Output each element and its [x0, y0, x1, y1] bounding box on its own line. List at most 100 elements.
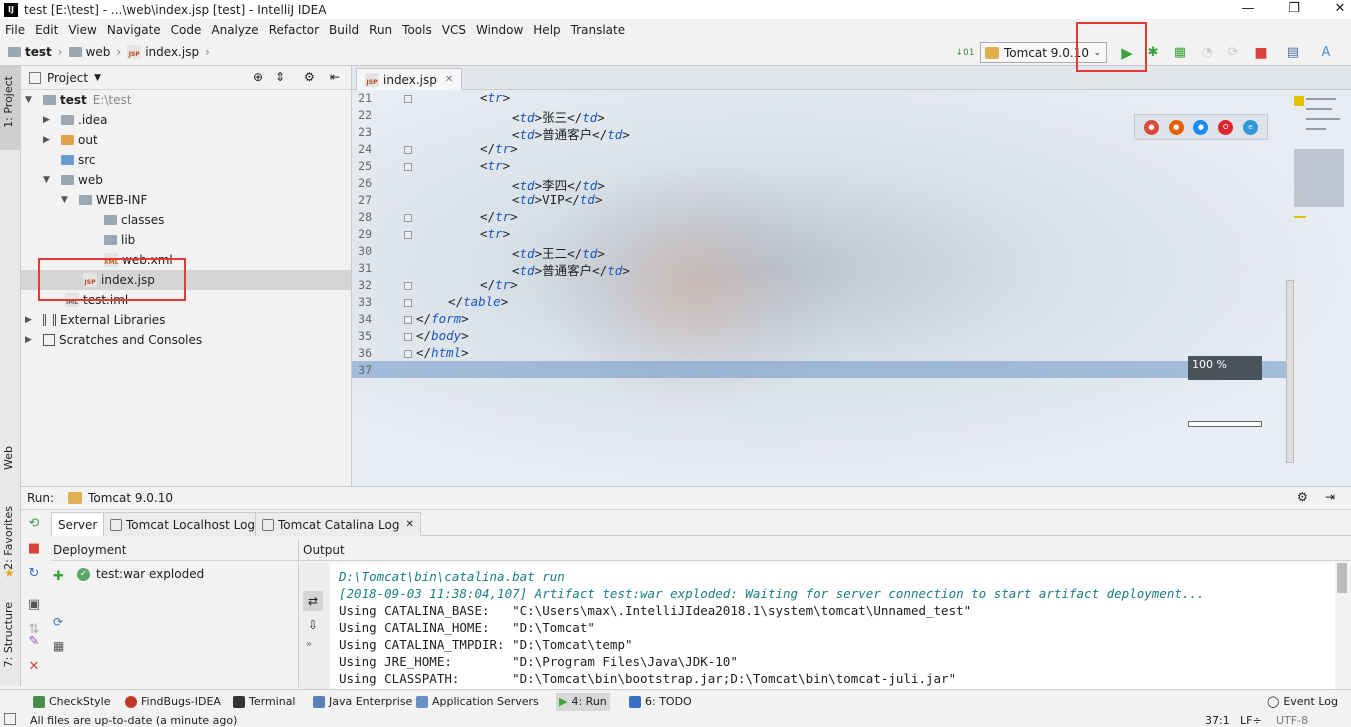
refresh-icon[interactable]: ⟳ — [53, 615, 63, 629]
minimap-viewport[interactable] — [1294, 149, 1344, 207]
soft-wrap-icon[interactable]: ⇄ — [303, 591, 323, 611]
gear-icon[interactable]: ⚙ — [1297, 490, 1308, 504]
menu-file[interactable]: File — [0, 23, 30, 37]
tab-terminal[interactable]: Terminal — [230, 693, 299, 711]
tree-item-lib[interactable]: lib — [104, 230, 135, 250]
close-icon[interactable]: ✕ — [24, 657, 44, 677]
menu-window[interactable]: Window — [471, 23, 528, 37]
tab-event-log[interactable]: ◯ Event Log — [1264, 693, 1341, 711]
tab-checkstyle[interactable]: CheckStyle — [30, 693, 113, 711]
file-encoding[interactable]: UTF-8 — [1276, 714, 1308, 727]
scroll-end-icon[interactable]: ⇩ — [303, 615, 323, 635]
tree-item-test[interactable]: ▼ test E:\test — [25, 90, 131, 110]
web-tool-tab[interactable]: Web — [2, 446, 15, 470]
tab-server[interactable]: Server — [51, 512, 105, 536]
breadcrumb-project[interactable]: test — [25, 45, 52, 59]
fold-marker-icon[interactable] — [404, 282, 412, 290]
layout-icon[interactable]: ▣ — [24, 595, 44, 615]
tab-application-servers[interactable]: Application Servers — [413, 693, 542, 711]
tab-java-enterprise[interactable]: Java Enterprise — [310, 693, 415, 711]
tree-item-classes[interactable]: classes — [104, 210, 164, 230]
fold-marker-icon[interactable] — [404, 333, 412, 341]
caret-position[interactable]: 37:1 — [1205, 714, 1230, 727]
close-tab-icon[interactable]: ✕ — [445, 74, 453, 85]
run-config-tab[interactable]: Tomcat 9.0.10 — [88, 491, 173, 505]
close-button[interactable]: ✕ — [1317, 0, 1351, 19]
tree-item-external-libraries[interactable]: ▶ External Libraries — [25, 310, 165, 330]
hide-panel-icon[interactable]: ⇥ — [1325, 490, 1335, 504]
fold-marker-icon[interactable] — [404, 163, 412, 171]
tree-item-idea[interactable]: ▶ .idea — [43, 110, 108, 130]
tab-todo[interactable]: 6: TODO — [626, 693, 695, 711]
editor-tab-index-jsp[interactable]: JSP index.jsp ✕ — [356, 68, 463, 90]
favorites-tool-tab[interactable]: 2: Favorites — [2, 506, 15, 570]
update-app-icon[interactable]: ↻ — [24, 564, 44, 584]
minimize-button[interactable]: — — [1225, 0, 1271, 19]
menu-navigate[interactable]: Navigate — [102, 23, 166, 37]
fold-marker-icon[interactable] — [404, 299, 412, 307]
fold-marker-icon[interactable] — [404, 95, 412, 103]
tab-tomcat-localhost-log[interactable]: Tomcat Localhost Log✕ — [103, 512, 277, 536]
chevron-down-icon[interactable]: ▼ — [94, 73, 101, 83]
locate-file-icon[interactable]: ⊕ — [253, 70, 263, 84]
tree-item-scratches[interactable]: ▶ Scratches and Consoles — [25, 330, 202, 350]
safari-icon[interactable]: ● — [1193, 119, 1209, 135]
build-project-icon[interactable]: ↓01 — [955, 43, 975, 63]
warning-marker[interactable] — [1294, 216, 1306, 218]
breadcrumb-file[interactable]: index.jsp — [145, 45, 199, 59]
tool-windows-icon[interactable] — [4, 713, 16, 725]
menu-edit[interactable]: Edit — [30, 23, 63, 37]
close-tab-icon[interactable]: ✕ — [405, 514, 413, 536]
menu-code[interactable]: Code — [166, 23, 207, 37]
stop-icon[interactable]: ■ — [1251, 43, 1271, 63]
tab-findbugs[interactable]: FindBugs-IDEA — [122, 693, 224, 711]
tree-item-out[interactable]: ▶ out — [43, 130, 98, 150]
tab-tomcat-catalina-log[interactable]: Tomcat Catalina Log ✕ — [255, 512, 421, 536]
fold-marker-icon[interactable] — [404, 316, 412, 324]
project-tool-tab[interactable]: 1: Project — [2, 76, 15, 128]
chrome-icon[interactable]: ● — [1143, 119, 1159, 135]
line-separator[interactable]: LF÷ — [1240, 714, 1262, 727]
structure-tool-tab[interactable]: 7: Structure — [2, 602, 15, 667]
translate-icon[interactable]: A — [1316, 43, 1336, 63]
rerun-icon[interactable]: ⟲ — [24, 514, 44, 534]
menu-translate[interactable]: Translate — [566, 23, 631, 37]
opera-icon[interactable]: O — [1218, 119, 1234, 135]
fold-marker-icon[interactable] — [404, 231, 412, 239]
menu-analyze[interactable]: Analyze — [206, 23, 263, 37]
fold-marker-icon[interactable] — [404, 214, 412, 222]
firefox-icon[interactable]: ● — [1168, 119, 1184, 135]
pin-icon[interactable]: ✎ — [24, 632, 44, 652]
stop-icon[interactable]: ■ — [24, 539, 44, 559]
warning-marker[interactable] — [1294, 96, 1304, 106]
tree-item-src[interactable]: src — [61, 150, 96, 170]
more-icon[interactable]: » — [306, 639, 312, 650]
code-minimap[interactable] — [1294, 94, 1344, 218]
console-scrollbar[interactable] — [1337, 563, 1347, 593]
gear-icon[interactable]: ⚙ — [304, 70, 315, 84]
deployment-item[interactable]: ✓ test:war exploded — [77, 567, 204, 581]
menu-view[interactable]: View — [63, 23, 101, 37]
menu-tools[interactable]: Tools — [397, 23, 437, 37]
project-structure-icon[interactable]: ▤ — [1283, 43, 1303, 63]
deploy-icon[interactable]: ✚ — [53, 569, 64, 584]
hide-panel-icon[interactable]: ⇤ — [330, 70, 340, 84]
ie-icon[interactable]: e — [1243, 119, 1259, 135]
structure-icon[interactable]: ▦ — [53, 639, 64, 653]
tree-item-web-inf[interactable]: ▼ WEB-INF — [61, 190, 147, 210]
editor-scrollbar[interactable] — [1286, 280, 1294, 463]
coverage-icon[interactable]: ▦ — [1170, 43, 1190, 63]
update-icon[interactable]: ⟳ — [1223, 43, 1243, 63]
tab-run[interactable]: ▶ 4: Run — [556, 693, 610, 711]
fold-marker-icon[interactable] — [404, 350, 412, 358]
tree-item-web[interactable]: ▼ web — [43, 170, 103, 190]
breadcrumb-folder[interactable]: web — [86, 45, 111, 59]
menu-build[interactable]: Build — [324, 23, 364, 37]
maximize-button[interactable]: ❐ — [1271, 0, 1317, 19]
fold-marker-icon[interactable] — [404, 146, 412, 154]
menu-help[interactable]: Help — [528, 23, 565, 37]
collapse-all-icon[interactable]: ⇕ — [275, 70, 285, 84]
menu-vcs[interactable]: VCS — [437, 23, 471, 37]
project-panel-title[interactable]: Project — [47, 71, 88, 85]
menu-refactor[interactable]: Refactor — [264, 23, 324, 37]
